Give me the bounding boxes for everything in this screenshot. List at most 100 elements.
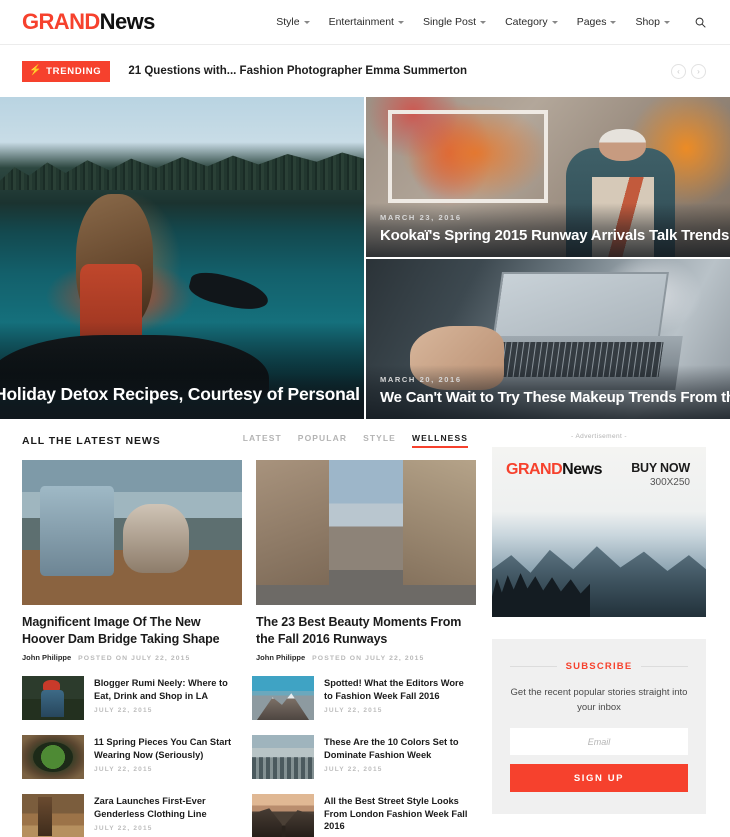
search-icon[interactable] <box>695 17 706 28</box>
list-item-date: JULY 22, 2015 <box>94 825 153 833</box>
nav-item-label: Category <box>505 16 548 28</box>
subscribe-signup-button[interactable]: SIGN UP <box>510 764 688 793</box>
section-title: ALL THE LATEST NEWS <box>22 434 161 447</box>
nav-item-label: Style <box>276 16 300 28</box>
tab-style[interactable]: STYLE <box>363 433 396 448</box>
nav-item-shop[interactable]: Shop <box>635 16 670 28</box>
tab-popular[interactable]: POPULAR <box>298 433 347 448</box>
trending-next-button[interactable]: › <box>691 63 706 79</box>
list-item-body: All the Best Street Style Looks From Lon… <box>324 794 468 837</box>
list-item-date: JULY 22, 2015 <box>94 766 153 774</box>
lightning-bolt-icon: ⚡ <box>29 65 43 76</box>
article-card-title[interactable]: Magnificent Image Of The New Hoover Dam … <box>22 614 242 647</box>
list-item-thumbnail[interactable] <box>252 794 314 837</box>
trending-bar: ⚡ TRENDING 21 Questions with... Fashion … <box>0 45 730 97</box>
decorative-photo <box>252 676 314 720</box>
nav-item-label: Pages <box>576 16 607 28</box>
nav-item-single-post[interactable]: Single Post <box>423 16 487 28</box>
trending-headline[interactable]: 21 Questions with... Fashion Photographe… <box>128 65 467 77</box>
article-card-title[interactable]: The 23 Best Beauty Moments From the Fall… <box>256 614 476 647</box>
sidebar: - Advertisement - GRANDNews BUY NOW 300X… <box>484 419 730 837</box>
list-item-title[interactable]: All the Best Street Style Looks From Lon… <box>324 795 468 833</box>
article-author[interactable]: John Philippe <box>22 653 71 662</box>
decorative-person-head <box>598 129 647 161</box>
decorative-photo <box>22 794 84 837</box>
trending-badge[interactable]: ⚡ TRENDING <box>22 60 111 82</box>
list-item-title[interactable]: Zara Launches First-Ever Genderless Clot… <box>94 795 238 820</box>
nav-item-category[interactable]: Category <box>505 16 558 28</box>
list-item-thumbnail[interactable] <box>22 794 84 837</box>
logo-grand-text: GRAND <box>22 9 100 34</box>
site-header: GRANDNews Style Entertainment Single Pos… <box>0 0 730 45</box>
logo-news-text: News <box>99 9 156 34</box>
decorative-laptop-screen <box>492 271 670 343</box>
list-item-thumbnail[interactable] <box>22 735 84 779</box>
hero-secondary-title[interactable]: Kookaï's Spring 2015 Runway Arrivals Tal… <box>366 227 730 245</box>
list-item-body: Blogger Rumi Neely: Where to Eat, Drink … <box>94 676 238 720</box>
list-item-date: JULY 22, 2015 <box>94 707 153 715</box>
decorative-photo <box>22 460 242 605</box>
decorative-photo <box>252 794 314 837</box>
list-item-thumbnail[interactable] <box>252 676 314 720</box>
hero-featured-title[interactable]: Holiday Detox Recipes, Courtesy of Perso… <box>0 384 364 405</box>
hero-secondary-date: MARCH 23, 2016 <box>380 213 462 222</box>
main-navigation: Style Entertainment Single Post Category… <box>276 16 706 28</box>
list-item-thumbnail[interactable] <box>252 735 314 779</box>
article-card-image[interactable] <box>22 460 242 605</box>
trending-nav: ‹ › <box>671 63 706 79</box>
main-column: ALL THE LATEST NEWS LATEST POPULAR STYLE… <box>0 419 484 837</box>
article-card: The 23 Best Beauty Moments From the Fall… <box>256 460 476 662</box>
decorative-photo <box>256 460 476 605</box>
divider-left <box>510 666 557 667</box>
chevron-down-icon <box>303 20 310 24</box>
list-item-title[interactable]: Blogger Rumi Neely: Where to Eat, Drink … <box>94 677 238 702</box>
list-item-date: JULY 22, 2015 <box>324 707 383 715</box>
list-item-body: Spotted! What the Editors Wore to Fashio… <box>324 676 468 720</box>
chevron-down-icon <box>397 20 404 24</box>
list-item-title[interactable]: These Are the 10 Colors Set to Dominate … <box>324 736 468 761</box>
hero-secondary-card[interactable]: MARCH 20, 2016 We Can't Wait to Try Thes… <box>366 259 730 419</box>
buy-now-label[interactable]: BUY NOW <box>631 461 690 475</box>
nav-item-style[interactable]: Style <box>276 16 310 28</box>
article-list-left: Blogger Rumi Neely: Where to Eat, Drink … <box>22 676 238 837</box>
list-item-thumbnail[interactable] <box>22 676 84 720</box>
hero-featured-caption: Holiday Detox Recipes, Courtesy of Perso… <box>0 374 364 419</box>
list-item-body: Zara Launches First-Ever Genderless Clot… <box>94 794 238 837</box>
content-area: ALL THE LATEST NEWS LATEST POPULAR STYLE… <box>0 419 730 837</box>
subscribe-title: SUBSCRIBE <box>565 661 633 672</box>
tab-latest[interactable]: LATEST <box>243 433 282 448</box>
trending-prev-button[interactable]: ‹ <box>671 63 686 79</box>
latest-news-header: ALL THE LATEST NEWS LATEST POPULAR STYLE… <box>22 433 468 460</box>
subscribe-widget: SUBSCRIBE Get the recent popular stories… <box>492 639 706 815</box>
chevron-down-icon <box>551 20 558 24</box>
hero-featured-image <box>0 97 364 419</box>
advertisement-cta: BUY NOW 300X250 <box>631 461 690 488</box>
advertisement-logo: GRANDNews <box>506 461 602 479</box>
list-item-body: These Are the 10 Colors Set to Dominate … <box>324 735 468 779</box>
article-card-image[interactable] <box>256 460 476 605</box>
chevron-down-icon <box>480 20 487 24</box>
hero-secondary-date: MARCH 20, 2016 <box>380 375 462 384</box>
list-item-title[interactable]: 11 Spring Pieces You Can Start Wearing N… <box>94 736 238 761</box>
decorative-treeline <box>0 152 364 191</box>
advertisement-banner[interactable]: GRANDNews BUY NOW 300X250 <box>492 447 706 617</box>
hero-featured-card[interactable]: Holiday Detox Recipes, Courtesy of Perso… <box>0 97 364 419</box>
hero-secondary-card[interactable]: MARCH 23, 2016 Kookaï's Spring 2015 Runw… <box>366 97 730 257</box>
trending-badge-label: TRENDING <box>46 65 102 77</box>
subscribe-email-input[interactable] <box>510 728 688 756</box>
nav-item-pages[interactable]: Pages <box>577 16 617 28</box>
article-list-right: Spotted! What the Editors Wore to Fashio… <box>252 676 468 837</box>
article-date: POSTED ON JULY 22, 2015 <box>312 655 425 662</box>
hero-secondary-title[interactable]: We Can't Wait to Try These Makeup Trends… <box>366 389 730 407</box>
chevron-down-icon <box>610 20 617 24</box>
feature-cards: Magnificent Image Of The New Hoover Dam … <box>22 460 476 662</box>
decorative-backpack <box>80 264 142 342</box>
tab-wellness[interactable]: WELLNESS <box>411 433 468 448</box>
article-author[interactable]: John Philippe <box>256 653 305 662</box>
list-item-title[interactable]: Spotted! What the Editors Wore to Fashio… <box>324 677 468 702</box>
site-logo[interactable]: GRANDNews <box>22 11 155 33</box>
decorative-painting-frame <box>387 109 548 203</box>
nav-item-entertainment[interactable]: Entertainment <box>329 16 404 28</box>
subscribe-description: Get the recent popular stories straight … <box>510 687 688 713</box>
decorative-photo <box>22 735 84 779</box>
